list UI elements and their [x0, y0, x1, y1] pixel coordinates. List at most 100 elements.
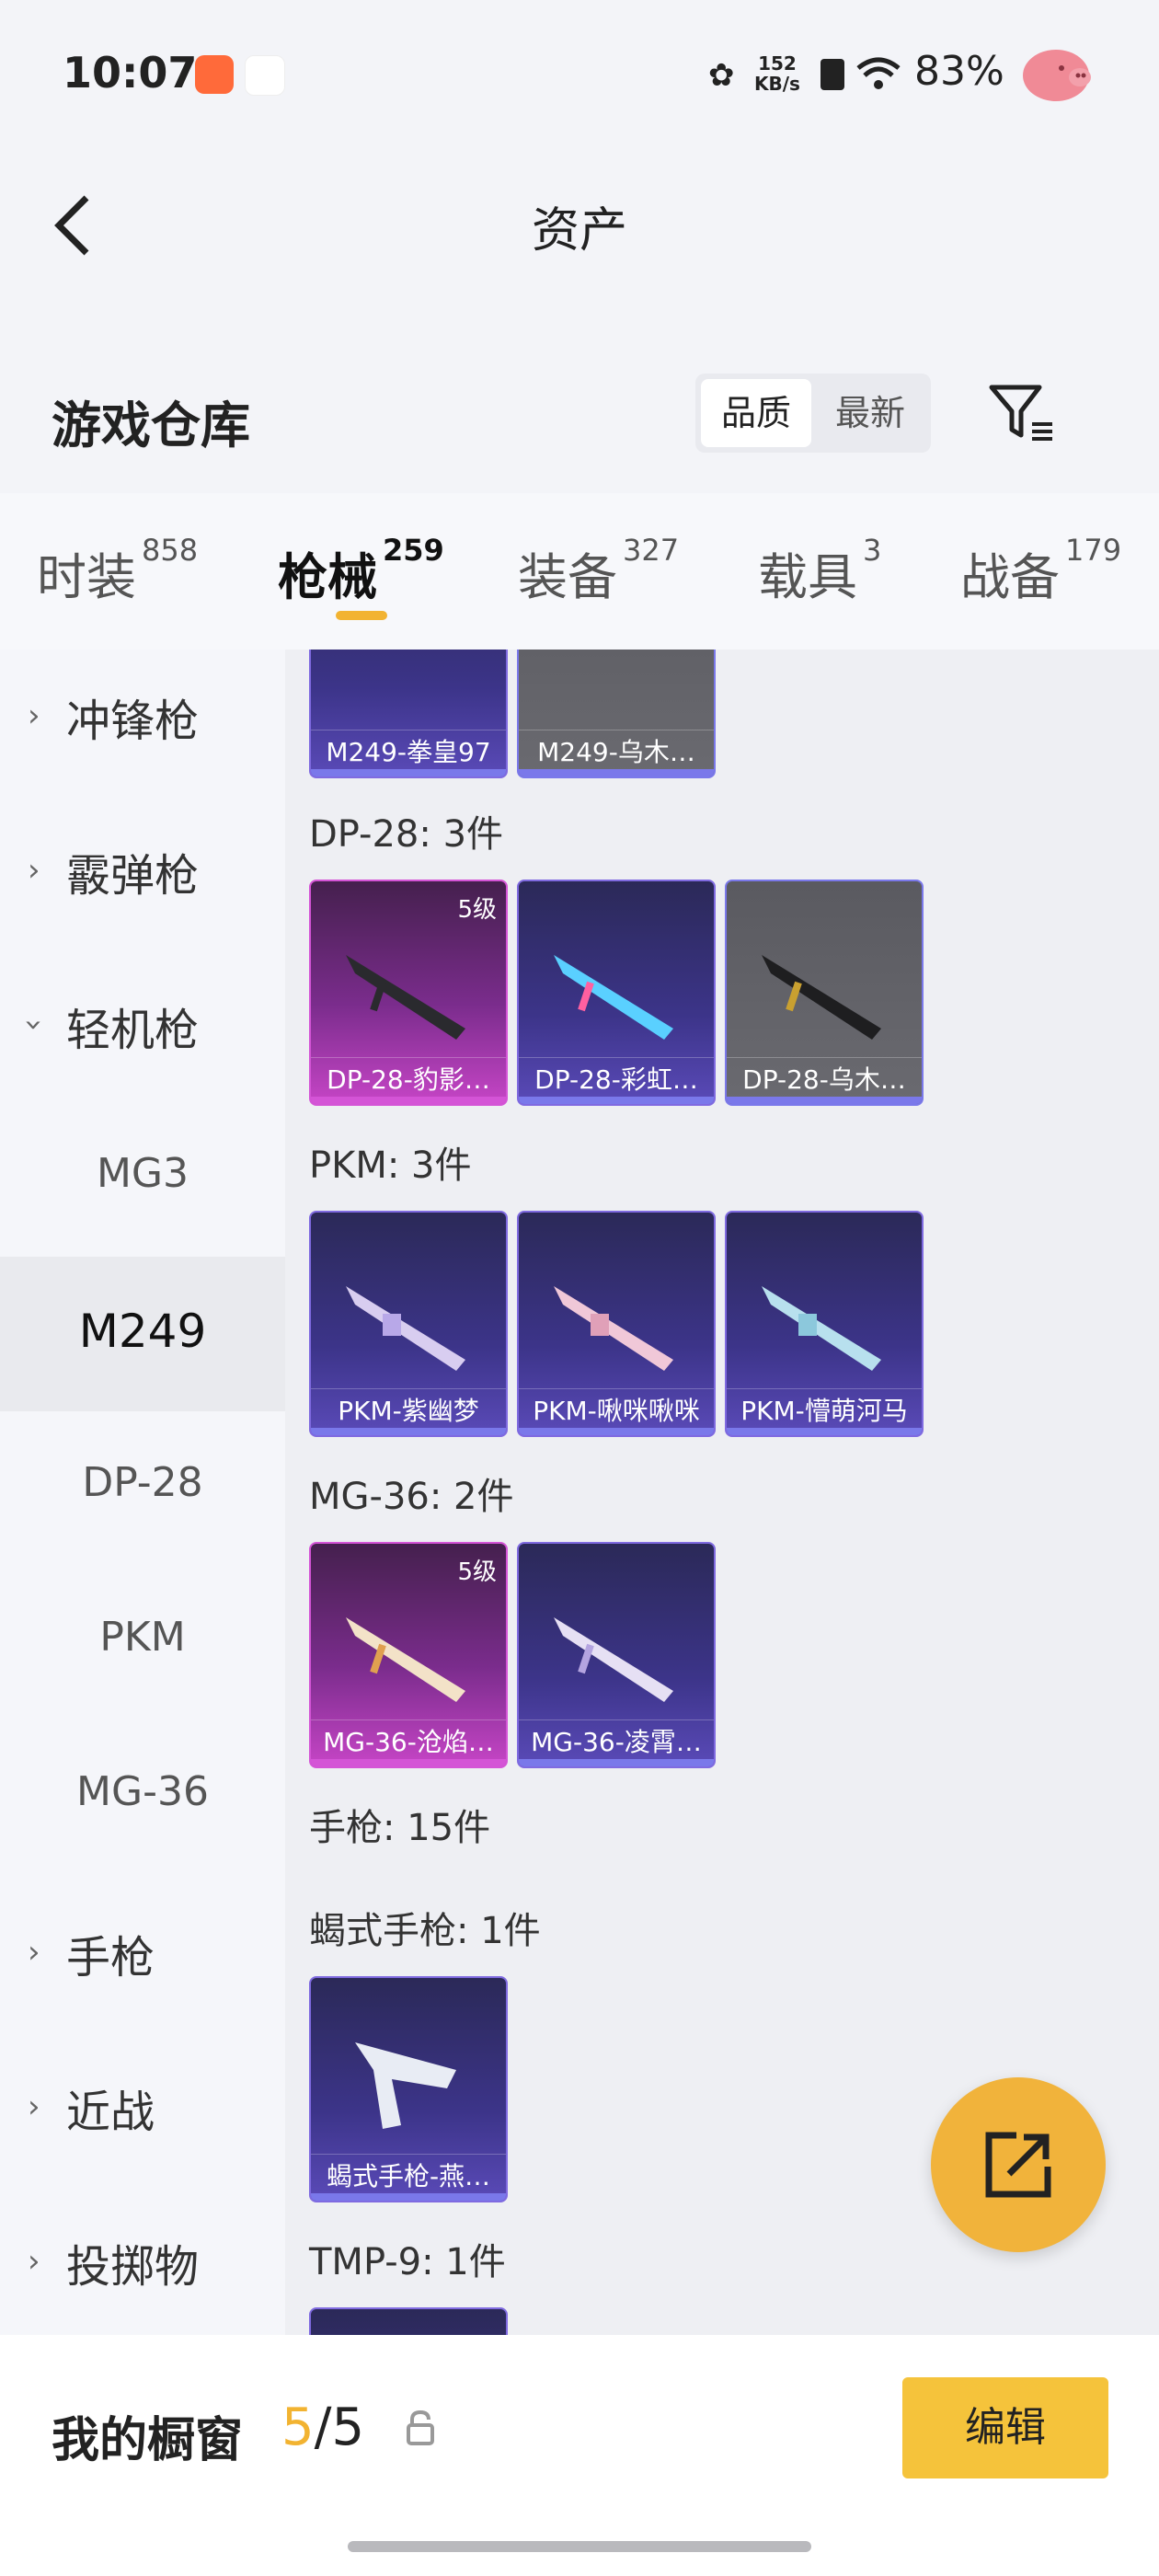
- avatar-pig-icon: [1023, 50, 1091, 101]
- sort-segmented-control: 品质 最新: [695, 374, 931, 453]
- card-divider: [727, 1057, 922, 1058]
- sidebar-item-lmg[interactable]: › 轻机枪: [0, 948, 285, 1102]
- network-speed: 152 KB/s: [754, 53, 800, 94]
- tab-count: 858: [142, 533, 199, 568]
- item-card[interactable]: 蝎式手枪-燕…: [309, 1976, 508, 2202]
- rarity-bar: [727, 1428, 922, 1435]
- item-name: MG-36-沧焰…: [323, 1727, 494, 1757]
- sidebar-subitem-label: M249: [78, 1305, 207, 1358]
- sort-quality-option[interactable]: 品质: [701, 379, 811, 447]
- chevron-right-icon: ›: [28, 2243, 40, 2280]
- item-card[interactable]: PKM-紫幽梦: [309, 1211, 508, 1437]
- showcase-count-separator: /: [314, 2398, 332, 2457]
- warehouse-title: 游戏仓库: [52, 397, 250, 454]
- item-card[interactable]: PKM-懵萌河马: [725, 1211, 924, 1437]
- item-card[interactable]: DP-28-乌木…: [725, 880, 924, 1106]
- rarity-bar: [519, 769, 714, 776]
- card-divider: [311, 1388, 506, 1389]
- rarity-bar: [311, 1097, 506, 1104]
- wifi-icon: [856, 57, 901, 89]
- gun-icon: [762, 955, 881, 1040]
- sidebar-item-label: 冲锋枪: [66, 696, 200, 747]
- sidebar-item-shotgun[interactable]: › 霰弹枪: [0, 793, 285, 948]
- sidebar-item-melee[interactable]: › 近战: [0, 2030, 285, 2184]
- gun-icon: [762, 1286, 881, 1371]
- app-notification-icon: [195, 55, 234, 94]
- item-name: M249-拳皇97: [326, 737, 491, 767]
- chevron-right-icon: ›: [28, 697, 40, 734]
- sidebar-subitem-label: PKM: [99, 1614, 186, 1661]
- group-heading: 蝎式手枪: 1件: [309, 1910, 541, 1952]
- filter-icon[interactable]: [986, 382, 1060, 446]
- sidebar-item-label: 轻机枪: [66, 1005, 200, 1056]
- sidebar-subitem-pkm[interactable]: PKM: [0, 1566, 285, 1720]
- app-notification-icon-2: [245, 55, 285, 96]
- group-heading: 手枪: 15件: [309, 1807, 491, 1849]
- rarity-bar: [727, 1097, 922, 1104]
- item-name: PKM-紫幽梦: [338, 1396, 479, 1426]
- sidebar-subitem-label: MG-36: [76, 1768, 209, 1815]
- item-name: DP-28-豹影…: [327, 1064, 490, 1095]
- tab-label: 时装: [37, 548, 136, 606]
- gun-icon: [346, 955, 465, 1040]
- rarity-bar: [519, 1097, 714, 1104]
- card-divider: [311, 2154, 506, 2155]
- rarity-bar: [311, 2193, 506, 2201]
- sidebar-subitem-mg36[interactable]: MG-36: [0, 1720, 285, 1875]
- item-card[interactable]: MG-36-凌霄…: [517, 1542, 716, 1768]
- tab-label: 装备: [518, 548, 617, 606]
- chevron-right-icon: ›: [28, 2088, 40, 2125]
- card-divider: [519, 1057, 714, 1058]
- gun-icon: [554, 1286, 673, 1371]
- sidebar-item-pistol[interactable]: › 手枪: [0, 1875, 285, 2030]
- item-card[interactable]: PKM-啾咪啾咪: [517, 1211, 716, 1437]
- chevron-right-icon: ›: [28, 852, 40, 889]
- sidebar-subitem-dp28[interactable]: DP-28: [0, 1411, 285, 1566]
- tab-firearms[interactable]: 枪械 259: [278, 533, 444, 609]
- chevron-right-icon: ›: [28, 1934, 40, 1971]
- sim-icon: [820, 59, 844, 90]
- rarity-bar: [311, 1759, 506, 1766]
- item-name: DP-28-乌木…: [742, 1064, 906, 1095]
- card-divider: [311, 1057, 506, 1058]
- sidebar-item-smg[interactable]: › 冲锋枪: [0, 638, 285, 793]
- sidebar-subitem-mg3[interactable]: MG3: [0, 1102, 285, 1257]
- edit-button[interactable]: 编辑: [902, 2377, 1108, 2478]
- rarity-bar: [311, 1428, 506, 1435]
- sidebar-item-label: 近战: [66, 2087, 155, 2138]
- item-card[interactable]: 5级 MG-36-沧焰…: [309, 1542, 508, 1768]
- item-card[interactable]: 5级 DP-28-豹影…: [309, 880, 508, 1106]
- flower-icon: ✿: [708, 57, 735, 94]
- gun-icon: [554, 955, 673, 1040]
- card-divider: [519, 1388, 714, 1389]
- network-speed-value: 152: [758, 52, 797, 75]
- home-indicator[interactable]: [348, 2541, 811, 2552]
- rarity-bar: [519, 1428, 714, 1435]
- rarity-bar: [519, 1759, 714, 1766]
- item-name: MG-36-凌霄…: [531, 1727, 702, 1757]
- showcase-count: 5/5: [281, 2398, 364, 2457]
- sort-latest-option[interactable]: 最新: [815, 379, 925, 447]
- item-card[interactable]: M249-乌木…: [517, 650, 716, 778]
- sidebar-subitem-label: DP-28: [82, 1459, 203, 1506]
- tab-vehicles[interactable]: 载具 3: [758, 533, 881, 609]
- tab-fashion[interactable]: 时装 858: [37, 533, 199, 609]
- tab-equipment[interactable]: 装备 327: [518, 533, 680, 609]
- active-tab-indicator: [336, 611, 387, 620]
- rarity-bar: [311, 769, 506, 776]
- sidebar-item-label: 手枪: [66, 1932, 155, 1984]
- tab-count: 259: [383, 533, 444, 568]
- gun-icon: [355, 2042, 456, 2129]
- tab-tactical[interactable]: 战备 179: [960, 533, 1121, 609]
- item-card[interactable]: [309, 2307, 508, 2335]
- tab-count: 327: [623, 533, 680, 568]
- item-card[interactable]: M249-拳皇97: [309, 650, 508, 778]
- item-card[interactable]: DP-28-彩虹…: [517, 880, 716, 1106]
- item-name: M249-乌木…: [537, 737, 695, 767]
- sidebar-item-throwable[interactable]: › 投掷物: [0, 2184, 285, 2339]
- card-divider: [311, 1719, 506, 1720]
- share-edit-fab[interactable]: [931, 2077, 1106, 2252]
- sidebar-subitem-m249[interactable]: M249: [0, 1257, 285, 1411]
- item-name: PKM-啾咪啾咪: [533, 1396, 700, 1426]
- item-name: PKM-懵萌河马: [740, 1396, 908, 1426]
